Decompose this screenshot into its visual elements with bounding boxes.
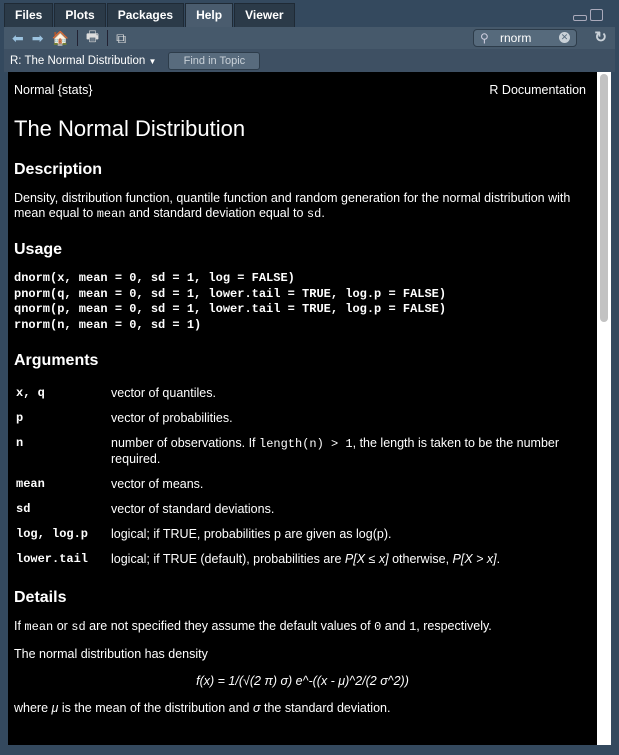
chevron-down-icon: ▼ — [148, 56, 157, 66]
vertical-scrollbar[interactable] — [597, 72, 611, 745]
back-arrow-icon[interactable]: ⬅ — [12, 30, 24, 47]
tab-help[interactable]: Help — [185, 3, 234, 27]
r-documentation-label: R Documentation — [489, 83, 586, 97]
maximize-icon[interactable] — [590, 9, 603, 21]
details-where: where μ is the mean of the distribution … — [14, 701, 391, 715]
section-usage: Usage — [14, 241, 63, 258]
find-in-topic-input[interactable]: Find in Topic — [168, 51, 261, 70]
table-row: p vector of probabilities. — [16, 411, 233, 425]
table-row: log, log.p logical; if TRUE, probabilitie… — [16, 527, 392, 541]
minimize-icon[interactable] — [573, 15, 587, 21]
open-new-window-icon[interactable]: ⧉ — [116, 30, 126, 47]
tab-plots[interactable]: Plots — [54, 3, 106, 27]
tab-packages[interactable]: Packages — [106, 3, 185, 27]
scrollbar-thumb[interactable] — [600, 74, 608, 322]
density-text: The normal distribution has density — [14, 647, 208, 661]
table-row: lower.tail logical; if TRUE (default), pr… — [16, 552, 501, 566]
details-text: If mean or sd are not specified they ass… — [14, 619, 492, 634]
forward-arrow-icon[interactable]: ➡ — [32, 30, 44, 47]
home-icon[interactable]: 🏠 — [51, 30, 68, 47]
table-row: x, q vector of quantiles. — [16, 386, 216, 400]
refresh-icon[interactable]: ↻ — [594, 28, 607, 46]
help-toolbar: ⬅ ➡ 🏠 🖶 ⧉ ⚲ rnorm ✕ ↻ — [4, 27, 615, 49]
tab-files[interactable]: Files — [4, 3, 54, 27]
topic-dropdown[interactable]: R: The Normal Distribution ▼ — [10, 55, 156, 67]
description-text: Density, distribution function, quantile… — [14, 191, 571, 221]
divider — [107, 30, 109, 46]
section-description: Description — [14, 161, 103, 178]
usage-code: dnorm(x, mean = 0, sd = 1, log = FALSE) … — [14, 271, 447, 332]
topic-bar: R: The Normal Distribution ▼ Find in Top… — [4, 49, 615, 72]
table-row: sd vector of standard deviations. — [16, 502, 275, 516]
clear-search-icon[interactable]: ✕ — [559, 32, 570, 43]
arguments-table: x, q vector of quantiles. p vector of prob… — [14, 386, 591, 577]
divider — [76, 30, 78, 46]
section-details: Details — [14, 589, 67, 606]
search-value: rnorm — [500, 31, 532, 45]
window-controls — [573, 9, 603, 21]
print-icon[interactable]: 🖶 — [86, 26, 99, 50]
table-row: n number of observations. If length(n) > … — [16, 436, 560, 466]
topic-label: R: The Normal Distribution — [10, 54, 146, 67]
section-arguments: Arguments — [14, 352, 99, 369]
page-title: The Normal Distribution — [14, 116, 246, 141]
help-search-input[interactable]: ⚲ rnorm ✕ — [473, 29, 577, 47]
search-icon: ⚲ — [480, 31, 489, 45]
tab-viewer[interactable]: Viewer — [234, 3, 295, 27]
help-document: Normal {stats} R Documentation The Normal… — [8, 72, 597, 745]
package-label: Normal {stats} — [14, 83, 93, 97]
pane-tabs: Files Plots Packages Help Viewer — [4, 3, 615, 27]
density-formula: f(x) = 1/(√(2 π) σ) e^-((x - μ)^2/(2 σ^2… — [196, 674, 409, 688]
table-row: mean vector of means. — [16, 477, 204, 491]
